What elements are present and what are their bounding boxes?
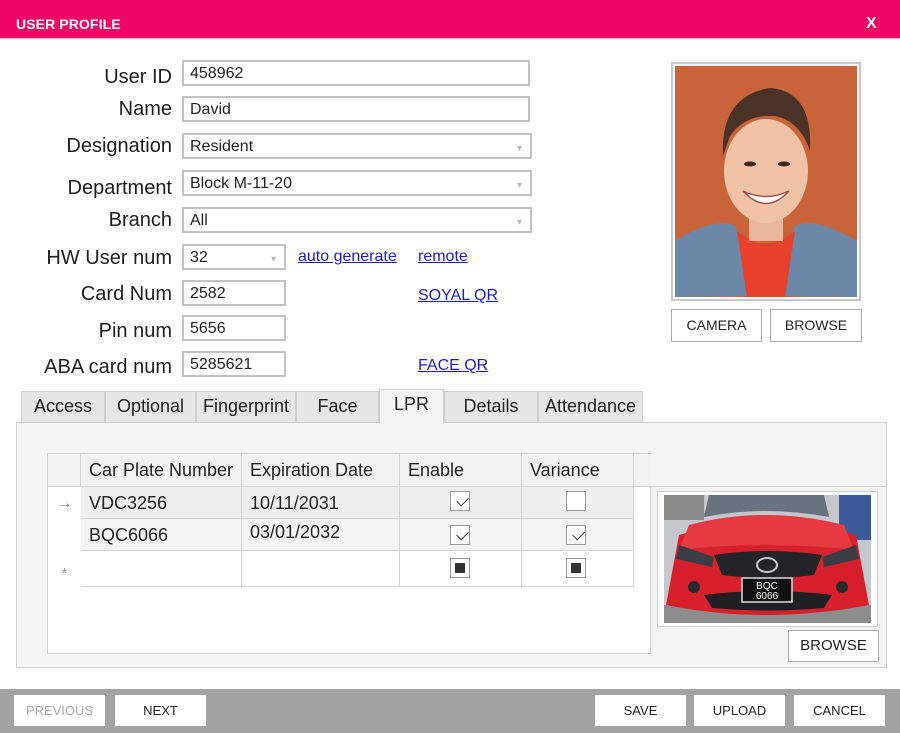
car-image-frame: BQC 6066 [657,491,878,627]
enable-checkbox-indeterminate[interactable] [450,558,470,578]
department-select[interactable]: Block M-11-20 [182,170,532,196]
window-title: USER PROFILE [16,16,121,32]
variance-checkbox-indeterminate[interactable] [566,558,586,578]
car-image: BQC 6066 [664,495,871,623]
tab-attendance[interactable]: Attendance [538,391,643,422]
pin-num-label: Pin num [98,320,172,342]
indeterminate-icon [571,563,581,573]
enable-checkbox[interactable] [450,491,470,511]
column-header-enable[interactable]: Enable [400,454,522,487]
column-header-variance[interactable]: Variance [522,454,634,487]
tab-fingerprint[interactable]: Fingerprint [196,391,296,422]
tab-access[interactable]: Access [21,391,105,422]
row-indicator-arrow: → [56,495,73,512]
user-id-field[interactable]: 458962 [182,60,530,86]
department-label: Department [67,177,173,199]
expiration-cell[interactable]: 03/01/2032 [242,519,400,551]
header-filler [634,454,651,487]
plate-cell-new[interactable] [81,551,242,587]
pin-num-field[interactable]: 5656 [182,315,286,341]
camera-button[interactable]: CAMERA [671,309,762,342]
save-button[interactable]: SAVE [595,695,686,726]
browse-car-button[interactable]: BROWSE [788,630,879,662]
car-front-icon: BQC 6066 [664,495,871,623]
user-photo [675,66,857,297]
tab-details[interactable]: Details [444,391,538,422]
next-button[interactable]: NEXT [115,695,206,726]
tab-optional[interactable]: Optional [105,391,196,422]
check-icon [456,527,469,541]
cancel-button[interactable]: CANCEL [794,695,885,726]
aba-card-num-label: ABA card num [44,356,172,378]
row-indicator [48,519,81,551]
grid-header-extension [651,453,887,487]
browse-photo-button[interactable]: BROWSE [770,309,862,342]
car-plate-grid: Car Plate Number Expiration Date Enable … [47,453,651,654]
enable-cell [400,519,522,551]
enable-cell [400,487,522,519]
column-header-car-plate[interactable]: Car Plate Number [81,454,242,487]
user-photo-frame [671,62,861,301]
check-icon [572,527,585,541]
close-button[interactable]: X [866,15,877,33]
card-num-field[interactable]: 2582 [182,280,286,306]
expiration-cell-new[interactable] [242,551,400,587]
person-portrait-icon [675,66,857,297]
name-field[interactable]: David [182,96,530,122]
upload-button[interactable]: UPLOAD [694,695,785,726]
variance-cell [522,519,634,551]
enable-checkbox[interactable] [450,525,470,545]
previous-button[interactable]: PREVIOUS [14,695,105,726]
card-num-label: Card Num [80,283,172,305]
designation-select[interactable]: Resident [182,133,532,159]
enable-cell-new [400,551,522,587]
check-icon [456,493,469,507]
plate-cell[interactable]: VDC3256 [81,487,242,519]
title-bar: USER PROFILE X [0,0,900,39]
expiration-cell[interactable]: 10/11/2031 [242,487,400,519]
branch-label: Branch [108,209,172,231]
column-header-expiration[interactable]: Expiration Date [242,454,400,487]
auto-generate-link[interactable]: auto generate [298,248,397,266]
branch-select[interactable]: All [182,207,532,233]
face-qr-link[interactable]: FACE QR [418,357,488,375]
variance-cell-new [522,551,634,587]
variance-checkbox[interactable] [566,491,586,511]
user-id-label: User ID [104,66,172,88]
soyal-qr-link[interactable]: SOYAL QR [418,287,498,305]
plate-cell[interactable]: BQC6066 [81,519,242,551]
variance-cell [522,487,634,519]
indeterminate-icon [455,563,465,573]
row-header-corner [48,454,81,487]
aba-card-num-field[interactable]: 5285621 [182,351,286,377]
footer-bar: PREVIOUS NEXT SAVE UPLOAD CANCEL [0,689,900,733]
name-label: Name [118,98,172,120]
car-plate-line2: 6066 [756,591,779,602]
hw-user-num-select[interactable]: 32 [182,244,286,270]
new-row-indicator: * [61,566,68,583]
variance-checkbox[interactable] [566,525,586,545]
tab-lpr[interactable]: LPR [379,389,444,424]
tab-face[interactable]: Face [296,391,379,422]
remote-link[interactable]: remote [418,248,468,266]
designation-label: Designation [66,135,172,157]
hw-user-num-label: HW User num [46,247,172,269]
